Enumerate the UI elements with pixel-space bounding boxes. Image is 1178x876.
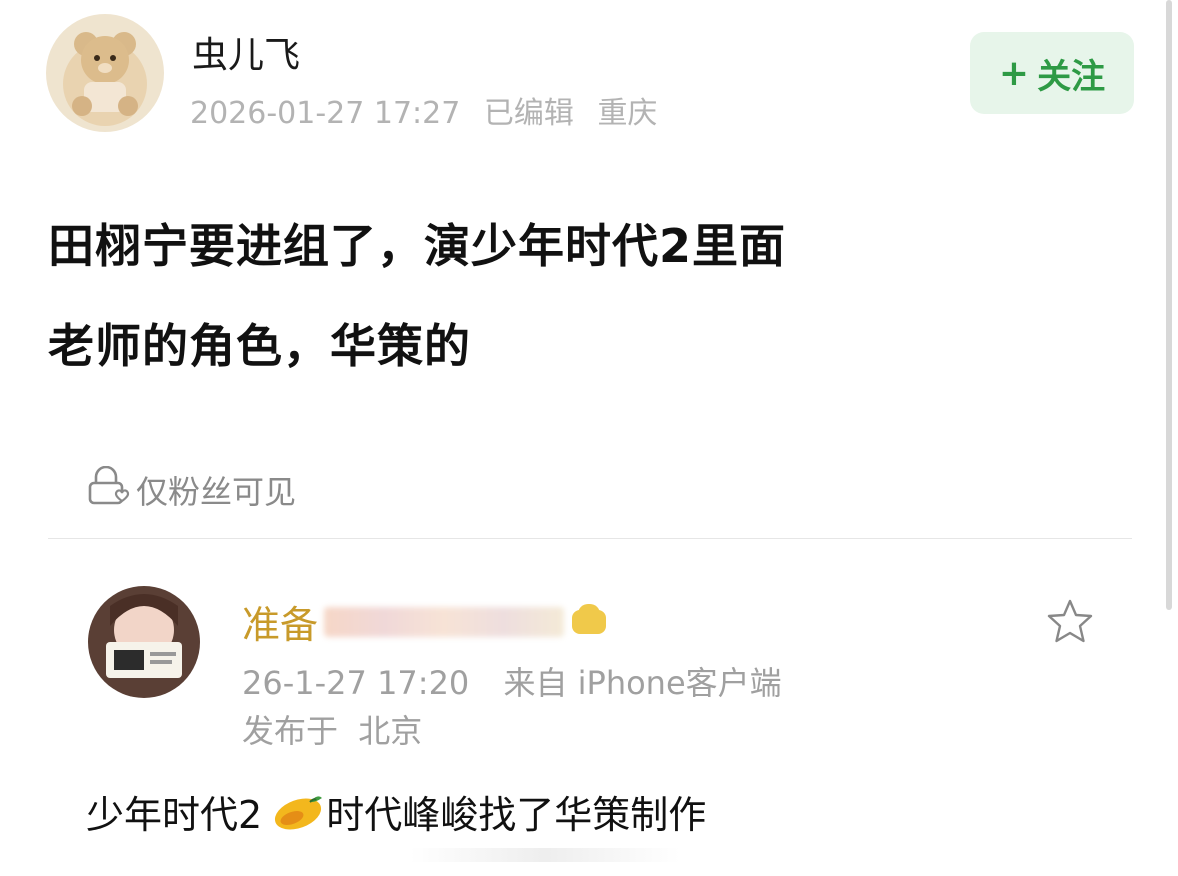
comment-content: 少年时代2 时代峰峻找了华策制作 xyxy=(86,784,706,839)
comment-text-part: 少年时代2 xyxy=(86,793,263,837)
visibility-label: 仅粉丝可见 xyxy=(136,473,297,511)
commenter-name[interactable]: 准备 xyxy=(242,594,607,649)
lock-heart-icon xyxy=(86,465,130,514)
published-label: 发布于 xyxy=(242,712,339,750)
star-outline-icon[interactable] xyxy=(1044,596,1096,648)
mango-emoji-icon xyxy=(270,792,324,832)
divider xyxy=(48,538,1132,539)
scroll-fade xyxy=(410,848,680,862)
comment-source: 来自 iPhone客户端 xyxy=(503,664,782,702)
commenter-name-visible: 准备 xyxy=(242,603,319,647)
plus-icon: + xyxy=(998,52,1030,94)
follow-label: 关注 xyxy=(1037,56,1106,97)
post-text-line: 田栩宁要进组了，演少年时代2里面 xyxy=(48,219,787,273)
post-content: 田栩宁要进组了，演少年时代2里面 老师的角色，华策的 xyxy=(48,196,1128,396)
member-badge-icon xyxy=(572,603,607,634)
author-name[interactable]: 虫儿飞 xyxy=(192,26,300,78)
edited-label: 已编辑 xyxy=(483,96,574,131)
post-meta: 2026-01-27 17:27 已编辑 重庆 xyxy=(190,88,671,132)
blurred-name xyxy=(324,606,565,637)
comment-text-part: 时代峰峻找了华策制作 xyxy=(326,793,707,837)
scrollbar[interactable] xyxy=(1166,0,1172,610)
comment-location-row: 发布于 北京 xyxy=(242,706,432,752)
visibility-indicator: 仅粉丝可见 xyxy=(86,465,297,514)
commenter-avatar[interactable] xyxy=(88,586,200,698)
comment-location: 北京 xyxy=(358,712,423,750)
post-location: 重庆 xyxy=(597,96,658,131)
comment-meta: 26-1-27 17:20 来自 iPhone客户端 xyxy=(242,658,806,704)
follow-button[interactable]: + 关注 xyxy=(970,32,1134,114)
author-avatar[interactable] xyxy=(46,14,164,132)
post-timestamp: 2026-01-27 17:27 xyxy=(190,96,461,131)
post-text-line: 老师的角色，华策的 xyxy=(48,319,471,373)
comment-timestamp: 26-1-27 17:20 xyxy=(242,664,470,702)
